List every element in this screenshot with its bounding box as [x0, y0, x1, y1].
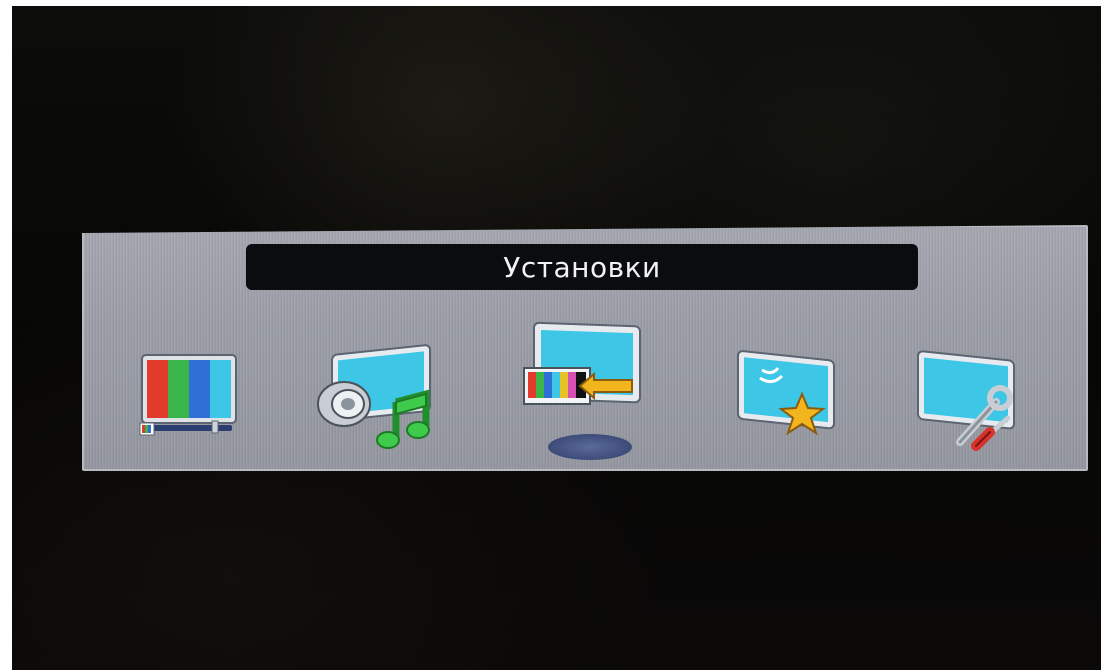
menu-item-picture[interactable] [136, 349, 246, 439]
menu-item-input[interactable] [514, 318, 654, 418]
selection-indicator [548, 434, 632, 460]
input-source-tv-icon [523, 321, 641, 405]
menu-item-sound[interactable] [304, 344, 444, 456]
star-tv-icon [737, 350, 835, 436]
menu-title-bar: Установки [246, 244, 918, 290]
menu-item-favorites[interactable] [732, 346, 852, 446]
tv-screen: Установки [12, 6, 1101, 670]
tools-tv-icon [917, 350, 1015, 451]
speaker-tv-icon [317, 344, 431, 449]
color-bars-tv-icon [139, 354, 237, 436]
menu-item-settings[interactable] [910, 346, 1030, 456]
page-title: Установки [503, 250, 661, 284]
